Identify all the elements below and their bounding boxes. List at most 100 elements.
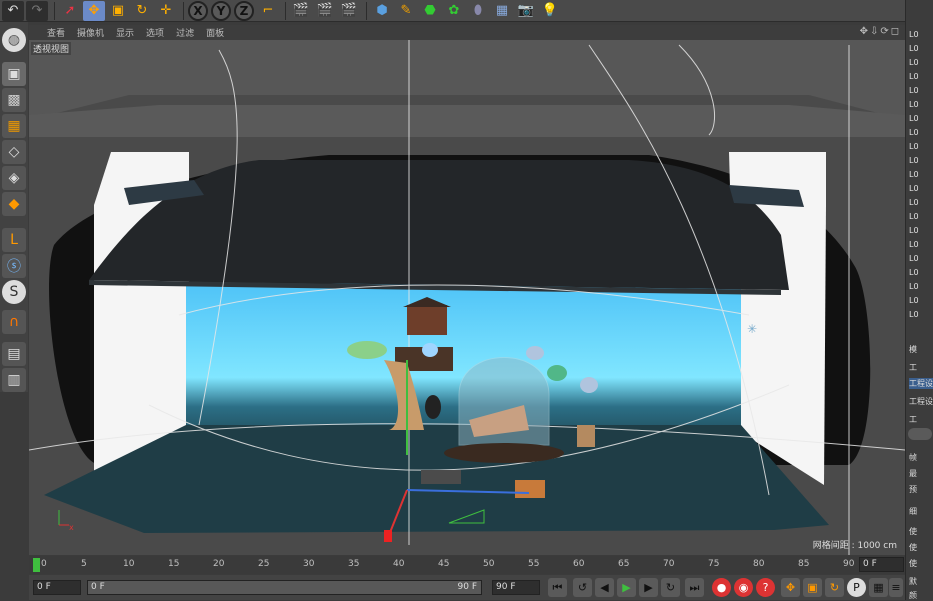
camera-object-icon[interactable]: 📷: [515, 1, 537, 21]
project-settings-tab[interactable]: 工程设: [909, 378, 933, 389]
transform-tool-icon[interactable]: ✛: [155, 1, 177, 21]
workplane-grid-icon[interactable]: ▦: [2, 114, 26, 138]
setting-label: 使: [909, 543, 917, 552]
snap-icon[interactable]: S: [2, 280, 26, 304]
tweak-mode-icon[interactable]: ⓢ: [2, 254, 26, 278]
move-tool-icon[interactable]: ✥: [83, 0, 105, 21]
keyframe-selection-icon[interactable]: ?: [756, 578, 775, 597]
object-item[interactable]: L0: [909, 128, 919, 137]
magnet-icon[interactable]: ∩: [2, 310, 26, 334]
project-tab[interactable]: 工: [909, 362, 917, 373]
axis-mode-icon[interactable]: L: [2, 228, 26, 252]
range-start-label: 0 F: [91, 582, 105, 592]
render-view-icon[interactable]: 🎬: [290, 1, 312, 21]
tick-label: 75: [708, 559, 720, 569]
coordinate-system-icon[interactable]: ⌐: [257, 1, 279, 21]
texture-mode-icon[interactable]: ▩: [2, 88, 26, 112]
object-item[interactable]: L0: [909, 170, 919, 179]
rotation-key-icon[interactable]: ↻: [825, 578, 844, 597]
polygons-mode-icon[interactable]: ◆: [2, 192, 26, 216]
object-item[interactable]: L0: [909, 142, 919, 151]
object-item[interactable]: L0: [909, 156, 919, 165]
viewport-label: 透视视图: [31, 42, 72, 55]
playhead-marker[interactable]: [33, 558, 40, 572]
attributes-tab[interactable]: 模: [909, 344, 917, 355]
scale-key-icon[interactable]: ▣: [803, 578, 822, 597]
undo-icon[interactable]: ↶: [2, 0, 24, 21]
stump-model: [577, 425, 595, 447]
subdivision-icon[interactable]: ⬣: [419, 1, 441, 21]
position-key-icon[interactable]: ✥: [781, 578, 800, 597]
menu-display[interactable]: 显示: [116, 26, 134, 39]
object-item[interactable]: L0: [909, 86, 919, 95]
object-item[interactable]: L0: [909, 310, 919, 319]
planar-workplane-icon[interactable]: ▥: [2, 368, 26, 392]
previous-key-icon[interactable]: ↺: [573, 578, 592, 597]
object-item[interactable]: L0: [909, 100, 919, 109]
object-item[interactable]: L0: [909, 198, 919, 207]
points-mode-icon[interactable]: ◇: [2, 140, 26, 164]
param-key-icon[interactable]: P: [847, 578, 866, 597]
current-frame-field[interactable]: 0 F: [859, 557, 904, 572]
array-generator-icon[interactable]: ✿: [443, 1, 465, 21]
start-frame-field[interactable]: 0 F: [33, 580, 81, 595]
record-icon[interactable]: ●: [712, 578, 731, 597]
redo-icon[interactable]: ↷: [26, 0, 48, 21]
pen-spline-icon[interactable]: ✎: [395, 1, 417, 21]
menu-camera[interactable]: 摄像机: [77, 26, 104, 39]
menu-options[interactable]: 选项: [146, 26, 164, 39]
next-key-icon[interactable]: ↻: [661, 578, 680, 597]
timeline-menu-icon[interactable]: ≡: [889, 578, 903, 597]
object-item[interactable]: L0: [909, 296, 919, 305]
object-item[interactable]: L0: [909, 44, 919, 53]
tick-label: 15: [168, 559, 180, 569]
range-slider[interactable]: 0 F 90 F: [87, 580, 482, 595]
menu-panel[interactable]: 面板: [206, 26, 224, 39]
edges-mode-icon[interactable]: ◈: [2, 166, 26, 190]
play-icon[interactable]: ▶: [617, 578, 636, 597]
workplane-icon[interactable]: ◍: [2, 28, 26, 52]
perspective-viewport[interactable]: x ✳ 查看 摄像机 显示 选项 过滤 面板 ✥⇩⟳◻ 透视视图 网格间距 : …: [29, 25, 905, 555]
menu-view[interactable]: 查看: [47, 26, 65, 39]
object-item[interactable]: L0: [909, 226, 919, 235]
object-item[interactable]: L0: [909, 30, 919, 39]
object-item[interactable]: L0: [909, 114, 919, 123]
x-axis-lock-button[interactable]: X: [188, 0, 208, 21]
lock-workplane-icon[interactable]: ▤: [2, 342, 26, 366]
setting-field[interactable]: [908, 428, 932, 440]
next-frame-icon[interactable]: ▶: [639, 578, 658, 597]
deformer-icon[interactable]: ⬮: [467, 1, 489, 21]
object-item[interactable]: L0: [909, 268, 919, 277]
object-item[interactable]: L0: [909, 58, 919, 67]
object-item[interactable]: L0: [909, 184, 919, 193]
end-frame-field[interactable]: 90 F: [492, 580, 540, 595]
separator: [366, 1, 367, 20]
object-item[interactable]: L0: [909, 282, 919, 291]
menu-filter[interactable]: 过滤: [176, 26, 194, 39]
scale-tool-icon[interactable]: ▣: [107, 1, 129, 21]
object-item[interactable]: L0: [909, 254, 919, 263]
cube-object-icon[interactable]: ⬢: [371, 1, 393, 21]
go-to-end-icon[interactable]: ⏭: [685, 578, 704, 597]
y-axis-lock-button[interactable]: Y: [211, 0, 231, 21]
render-picture-viewer-icon[interactable]: 🎬: [314, 1, 336, 21]
object-item[interactable]: L0: [909, 212, 919, 221]
point-level-icon[interactable]: ▦: [869, 578, 888, 597]
render-settings-icon[interactable]: 🎬: [338, 1, 360, 21]
go-to-start-icon[interactable]: ⏮: [548, 578, 567, 597]
auto-key-icon[interactable]: ◉: [734, 578, 753, 597]
light-object-icon[interactable]: 💡: [539, 1, 561, 21]
floor-object-icon[interactable]: ▦: [491, 1, 513, 21]
viewport-nav-icons[interactable]: ✥⇩⟳◻: [860, 26, 901, 37]
select-arrow-icon[interactable]: ➚: [59, 1, 81, 21]
model-mode-icon[interactable]: ▣: [2, 62, 26, 86]
scene-render: x ✳: [29, 40, 905, 555]
timeline-ruler[interactable]: 0 5 10 15 20 25 30 35 40 45 50 55 60 65 …: [29, 556, 905, 574]
setting-label: 细: [909, 507, 917, 516]
object-item[interactable]: L0: [909, 72, 919, 81]
rotate-tool-icon[interactable]: ↻: [131, 1, 153, 21]
object-item[interactable]: L0: [909, 240, 919, 249]
z-axis-lock-button[interactable]: Z: [234, 0, 254, 21]
tick-label: 20: [213, 559, 225, 569]
previous-frame-icon[interactable]: ◀: [595, 578, 614, 597]
